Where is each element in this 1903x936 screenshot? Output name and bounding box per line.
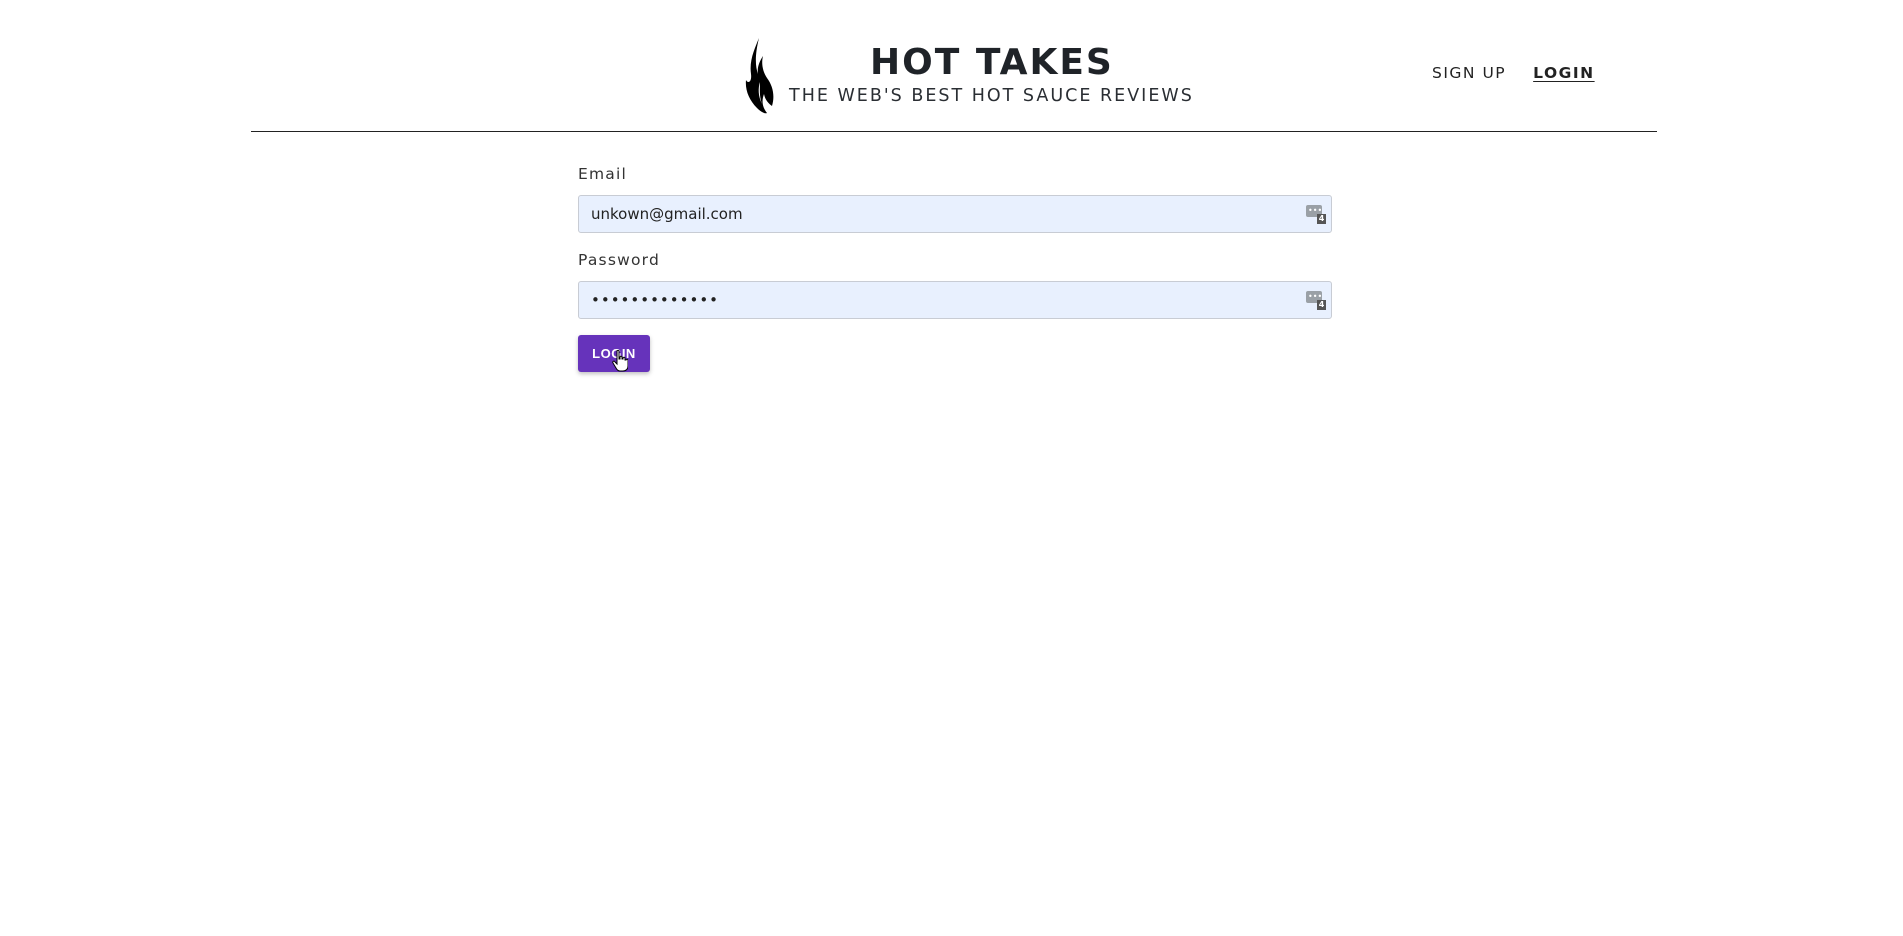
login-form: Email ••• 4 Password ••• 4 LOGIN bbox=[578, 165, 1332, 372]
site-header: HOT TAKES THE WEB'S BEST HOT SAUCE REVIE… bbox=[251, 0, 1657, 132]
site-subtitle: THE WEB'S BEST HOT SAUCE REVIEWS bbox=[789, 86, 1194, 106]
password-manager-badge: 4 bbox=[1317, 214, 1326, 224]
password-manager-icon[interactable]: ••• 4 bbox=[1306, 291, 1326, 310]
login-button[interactable]: LOGIN bbox=[578, 335, 650, 372]
page: HOT TAKES THE WEB'S BEST HOT SAUCE REVIE… bbox=[0, 0, 1903, 936]
email-field[interactable] bbox=[578, 195, 1332, 233]
flame-icon bbox=[745, 38, 774, 114]
email-label: Email bbox=[578, 165, 628, 183]
site-title: HOT TAKES bbox=[870, 42, 1114, 83]
email-field-wrapper: ••• 4 bbox=[578, 195, 1332, 233]
password-label: Password bbox=[578, 251, 660, 269]
brand[interactable]: HOT TAKES THE WEB'S BEST HOT SAUCE REVIE… bbox=[745, 38, 1245, 114]
nav-signup-link[interactable]: SIGN UP bbox=[1432, 64, 1506, 82]
password-manager-icon[interactable]: ••• 4 bbox=[1306, 205, 1326, 224]
password-manager-badge: 4 bbox=[1317, 300, 1326, 310]
password-field[interactable] bbox=[578, 281, 1332, 319]
password-field-wrapper: ••• 4 bbox=[578, 281, 1332, 319]
main-nav: SIGN UP LOGIN bbox=[1432, 64, 1595, 82]
nav-login-link[interactable]: LOGIN bbox=[1533, 64, 1594, 82]
